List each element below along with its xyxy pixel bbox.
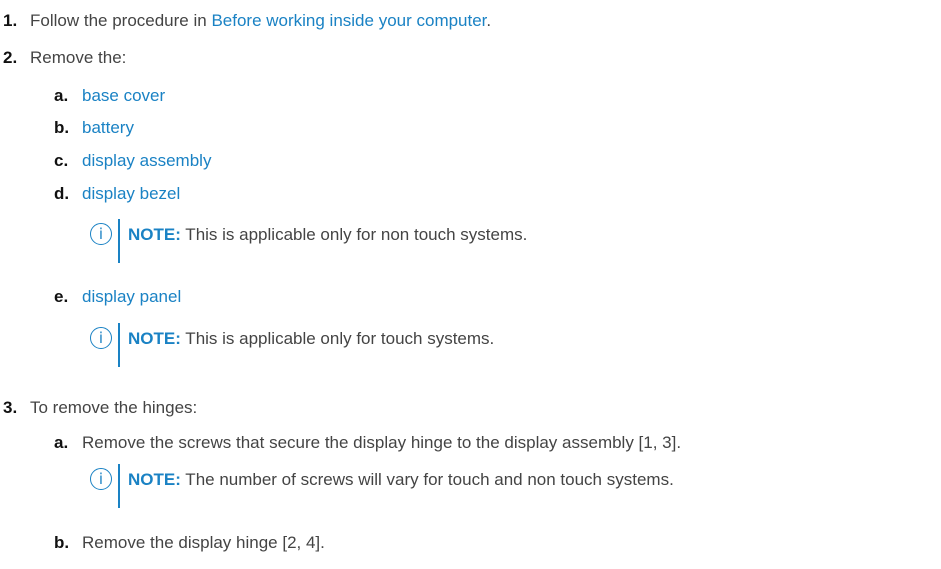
step-number: 1.: [3, 11, 18, 30]
substep-letter: a.: [54, 86, 69, 105]
substep-letter: a.: [54, 433, 69, 452]
step-number: 3.: [3, 398, 18, 417]
substep-text: Remove the display hinge [2, 4].: [82, 533, 325, 552]
display-bezel-link[interactable]: display bezel: [82, 183, 180, 205]
step-text: Remove the:: [30, 48, 127, 67]
display-panel-link[interactable]: display panel: [82, 286, 181, 308]
note-label: NOTE:: [128, 329, 181, 348]
step-text: Follow the procedure in: [30, 11, 212, 30]
info-icon: i: [90, 327, 112, 349]
note-divider: [118, 219, 120, 263]
substep-letter: c.: [54, 151, 69, 170]
step-text: To remove the hinges:: [30, 398, 198, 417]
step-number: 2.: [3, 48, 18, 67]
before-working-link[interactable]: Before working inside your computer: [211, 11, 486, 30]
note-label: NOTE:: [128, 470, 181, 489]
note-text: This is applicable only for non touch sy…: [180, 225, 528, 244]
substep-letter: e.: [54, 287, 69, 306]
step-text-suffix: .: [486, 11, 492, 30]
note-divider: [118, 464, 120, 508]
substep-letter: d.: [54, 184, 70, 203]
info-icon: i: [90, 223, 112, 245]
info-icon: i: [90, 468, 112, 490]
substep-letter: b.: [54, 533, 70, 552]
substep-text: Remove the screws that secure the displa…: [82, 433, 682, 452]
substep-letter: b.: [54, 118, 70, 137]
note-label: NOTE:: [128, 225, 181, 244]
battery-link[interactable]: battery: [82, 117, 134, 139]
note-text: The number of screws will vary for touch…: [180, 470, 674, 489]
display-assembly-link[interactable]: display assembly: [82, 150, 211, 172]
base-cover-link[interactable]: base cover: [82, 85, 165, 107]
note-divider: [118, 323, 120, 367]
note-text: This is applicable only for touch system…: [180, 329, 495, 348]
